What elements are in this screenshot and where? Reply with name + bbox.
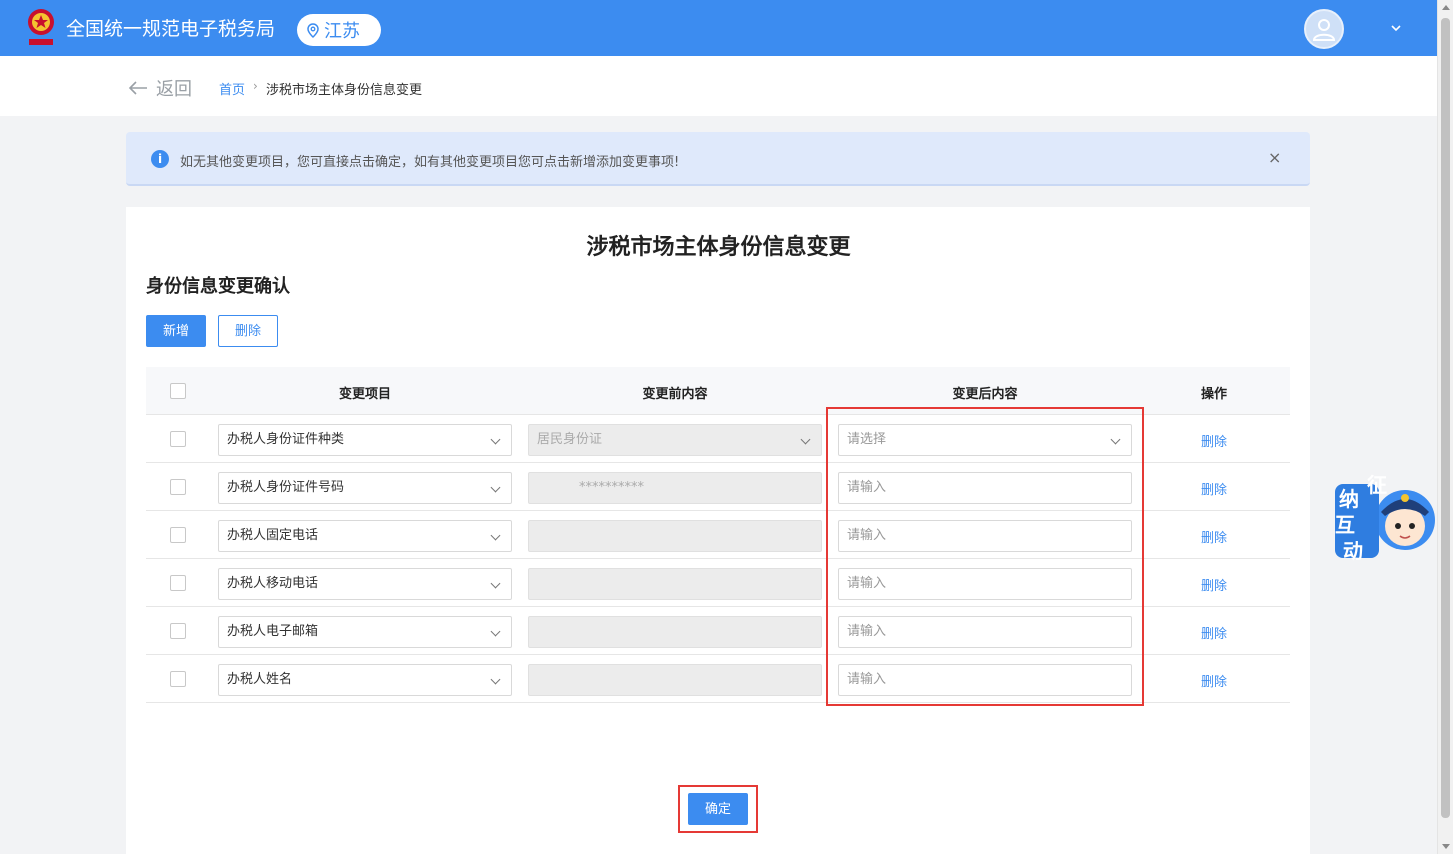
change-item-value: 办税人身份证件号码 (227, 480, 345, 495)
before-content-field (528, 520, 822, 552)
info-alert: i 如无其他变更项目，您可直接点击确定，如有其他变更项目您可点击新增添加变更事项… (126, 132, 1310, 186)
row-delete-link[interactable]: 删除 (1201, 527, 1227, 546)
scroll-down-arrow-icon[interactable] (1442, 844, 1450, 849)
after-content-placeholder: 请输入 (847, 480, 887, 495)
chevron-down-icon (490, 674, 501, 685)
location-pin-icon (307, 22, 319, 38)
change-item-select[interactable]: 办税人身份证件种类 (218, 424, 512, 456)
breadcrumb-bar (0, 56, 1437, 116)
before-content-value: ********** (579, 480, 644, 495)
interaction-widget[interactable]: 征 纳 互 动 (1333, 468, 1437, 568)
table-row: 办税人身份证件种类 居民身份证 请选择 删除 (146, 415, 1290, 463)
row-checkbox[interactable] (170, 671, 186, 687)
batch-delete-button[interactable]: 删除 (218, 315, 278, 347)
after-content-input[interactable]: 请输入 (838, 520, 1132, 552)
row-checkbox[interactable] (170, 479, 186, 495)
after-content-select[interactable]: 请选择 (838, 424, 1132, 456)
after-content-input[interactable]: 请输入 (838, 616, 1132, 648)
chevron-down-icon (800, 434, 811, 445)
scroll-thumb[interactable] (1441, 18, 1450, 818)
back-label: 返回 (156, 79, 192, 100)
header-after-content: 变更后内容 (952, 387, 1018, 402)
before-content-value: 居民身份证 (537, 432, 603, 447)
breadcrumb-separator: › (253, 79, 258, 93)
chevron-down-icon (490, 626, 501, 637)
after-content-placeholder: 请输入 (847, 624, 887, 639)
breadcrumb-current: 涉税市场主体身份信息变更 (266, 83, 423, 98)
add-button[interactable]: 新增 (146, 315, 206, 347)
table-row: 办税人身份证件号码 ********** 请输入 删除 (146, 463, 1290, 511)
row-delete-link[interactable]: 删除 (1201, 479, 1227, 498)
after-content-input[interactable]: 请输入 (838, 568, 1132, 600)
header-change-item: 变更项目 (338, 387, 391, 402)
table-header: 变更项目 变更前内容 变更后内容 操作 (146, 367, 1290, 415)
header-action: 操作 (1200, 387, 1227, 402)
page-title: 涉税市场主体身份信息变更 (586, 235, 851, 260)
select-all-checkbox[interactable] (170, 383, 186, 399)
before-content-field: ********** (528, 472, 822, 504)
scroll-up-arrow-icon[interactable] (1442, 5, 1450, 10)
table-row: 办税人电子邮箱 请输入 删除 (146, 607, 1290, 655)
row-delete-link[interactable]: 删除 (1201, 431, 1227, 450)
widget-char-3: 互 (1335, 513, 1355, 537)
close-icon[interactable]: × (1268, 148, 1281, 167)
alert-message: 如无其他变更项目，您可直接点击确定，如有其他变更项目您可点击新增添加变更事项! (180, 155, 680, 170)
header-before-content: 变更前内容 (642, 387, 708, 402)
change-item-select[interactable]: 办税人固定电话 (218, 520, 512, 552)
before-content-field (528, 616, 822, 648)
chevron-down-icon (490, 530, 501, 541)
page-scrollbar[interactable] (1437, 0, 1453, 854)
change-item-select[interactable]: 办税人电子邮箱 (218, 616, 512, 648)
row-checkbox[interactable] (170, 575, 186, 591)
back-link[interactable]: 返回 (128, 75, 192, 101)
chevron-down-icon (490, 578, 501, 589)
change-item-value: 办税人姓名 (227, 672, 293, 687)
before-content-field (528, 664, 822, 696)
row-delete-link[interactable]: 删除 (1201, 671, 1227, 690)
arrow-left-icon (128, 81, 147, 95)
user-avatar[interactable] (1304, 9, 1344, 49)
table-row: 办税人姓名 请输入 删除 (146, 655, 1290, 703)
after-content-placeholder: 请输入 (847, 528, 887, 543)
chevron-down-icon (1110, 434, 1121, 445)
chevron-down-icon (490, 482, 501, 493)
after-content-input[interactable]: 请输入 (838, 472, 1132, 504)
before-content-field (528, 568, 822, 600)
site-title: 全国统一规范电子税务局 (66, 18, 276, 40)
confirm-button[interactable]: 确定 (688, 793, 748, 825)
change-item-select[interactable]: 办税人身份证件号码 (218, 472, 512, 504)
tax-emblem-logo (28, 9, 54, 45)
customer-service-mascot-icon: 征 纳 互 动 (1335, 473, 1435, 563)
region-label: 江苏 (324, 21, 360, 42)
before-content-select: 居民身份证 (528, 424, 822, 456)
section-title: 身份信息变更确认 (146, 276, 290, 297)
change-item-select[interactable]: 办税人姓名 (218, 664, 512, 696)
after-content-input[interactable]: 请输入 (838, 664, 1132, 696)
chevron-down-icon (490, 434, 501, 445)
row-checkbox[interactable] (170, 527, 186, 543)
change-item-value: 办税人移动电话 (227, 576, 319, 591)
change-item-value: 办税人电子邮箱 (227, 624, 319, 639)
top-bar: 全国统一规范电子税务局 江苏 (0, 0, 1437, 56)
widget-char-4: 动 (1343, 539, 1363, 563)
chevron-down-icon[interactable] (1390, 22, 1402, 34)
row-checkbox[interactable] (170, 431, 186, 447)
region-selector[interactable]: 江苏 (297, 14, 381, 46)
info-icon: i (151, 150, 169, 168)
widget-char-1: 征 (1367, 473, 1387, 497)
breadcrumb-home[interactable]: 首页 (219, 79, 245, 98)
after-content-placeholder: 请选择 (847, 432, 887, 447)
user-icon (1312, 19, 1336, 41)
after-content-placeholder: 请输入 (847, 672, 887, 687)
change-item-select[interactable]: 办税人移动电话 (218, 568, 512, 600)
table-row: 办税人固定电话 请输入 删除 (146, 511, 1290, 559)
row-checkbox[interactable] (170, 623, 186, 639)
change-item-value: 办税人身份证件种类 (227, 432, 345, 447)
row-delete-link[interactable]: 删除 (1201, 575, 1227, 594)
after-content-placeholder: 请输入 (847, 576, 887, 591)
widget-char-2: 纳 (1339, 487, 1359, 511)
change-item-value: 办税人固定电话 (227, 528, 319, 543)
table-row: 办税人移动电话 请输入 删除 (146, 559, 1290, 607)
row-delete-link[interactable]: 删除 (1201, 623, 1227, 642)
